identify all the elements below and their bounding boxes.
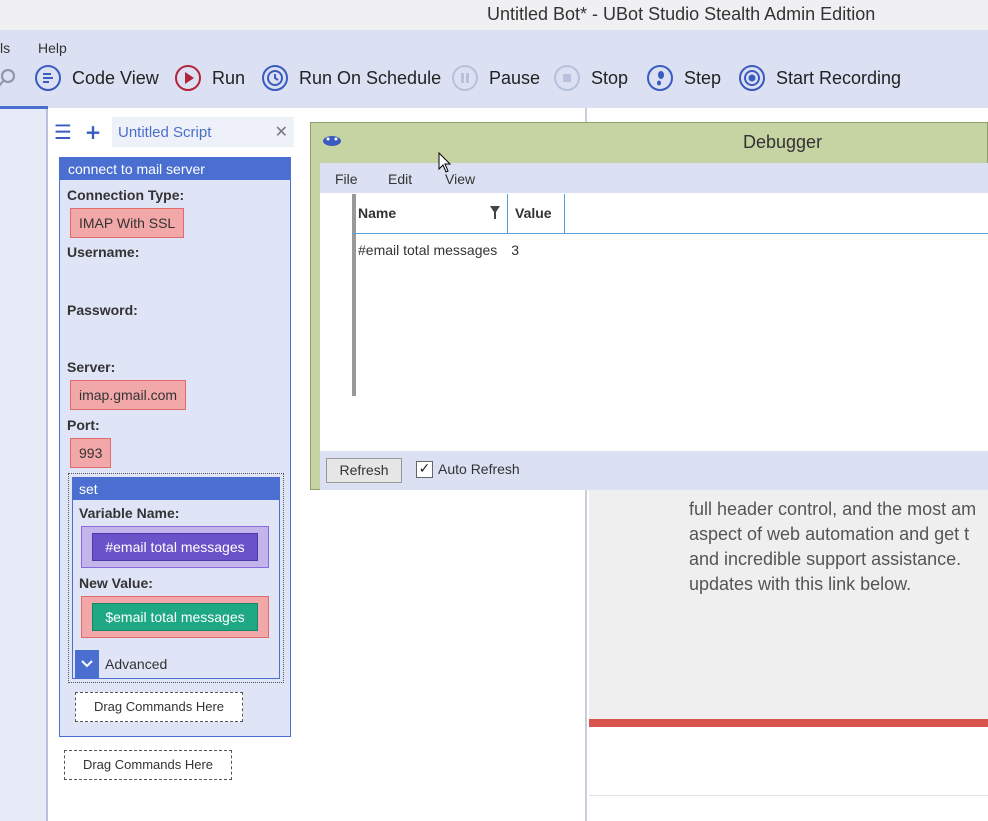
toolbar-area: ls Help Code View Run Run On Schedule Pa… xyxy=(0,30,988,108)
drag-commands-inner[interactable]: Drag Commands Here xyxy=(75,692,243,722)
bug-icon xyxy=(323,136,341,146)
pause-button[interactable]: Pause xyxy=(451,64,540,92)
debugger-body: File Edit View Name Value #email total m… xyxy=(320,163,988,490)
server-label: Server: xyxy=(67,359,116,375)
filter-icon[interactable] xyxy=(490,206,500,220)
variables-grid-header: Name Value xyxy=(352,194,988,234)
run-on-schedule-label: Run On Schedule xyxy=(299,67,442,88)
script-tabbar: ☰ + Untitled Script ✕ xyxy=(50,117,300,147)
menu-icon[interactable]: ☰ xyxy=(50,117,76,147)
tab-label: Untitled Script xyxy=(118,123,212,141)
run-button[interactable]: Run xyxy=(174,64,245,92)
step-button[interactable]: Step xyxy=(646,64,721,92)
password-label: Password: xyxy=(67,302,138,318)
code-view-label: Code View xyxy=(72,67,159,88)
new-value-label: New Value: xyxy=(79,575,153,591)
pause-label: Pause xyxy=(489,67,541,88)
browser-red-bar xyxy=(589,719,988,727)
step-label: Step xyxy=(684,67,722,88)
stop-icon xyxy=(554,65,580,91)
debugger-menubar: File Edit View xyxy=(320,163,988,193)
stop-button[interactable]: Stop xyxy=(553,64,628,92)
mouse-cursor-icon xyxy=(438,152,452,173)
set-command[interactable]: set Variable Name: #email total messages… xyxy=(72,477,280,679)
variable-name-label: Variable Name: xyxy=(79,505,180,521)
port-label: Port: xyxy=(67,417,100,433)
code-view-button[interactable]: Code View xyxy=(34,64,159,92)
debugger-footer: Refresh ✓ Auto Refresh xyxy=(320,451,988,490)
left-panel xyxy=(0,108,48,821)
table-row[interactable]: #email total messages 3 xyxy=(358,242,519,258)
new-value-pill[interactable]: $email total messages xyxy=(92,603,258,631)
debugger-menu-edit[interactable]: Edit xyxy=(388,171,412,187)
stop-label: Stop xyxy=(591,67,629,88)
debugger-title: Debugger xyxy=(743,132,823,152)
code-view-icon xyxy=(35,65,61,91)
browser-line: updates with this link below. xyxy=(689,574,912,594)
connection-type-label: Connection Type: xyxy=(67,187,185,203)
drag-commands-outer[interactable]: Drag Commands Here xyxy=(64,750,232,780)
browser-line: and incredible support assistance. xyxy=(689,549,962,569)
debugger-menu-file[interactable]: File xyxy=(335,171,358,187)
connection-type-value[interactable]: IMAP With SSL xyxy=(70,208,185,238)
debugger-window: Debugger File Edit View Name Value #emai… xyxy=(310,122,988,490)
close-icon[interactable]: ✕ xyxy=(275,122,288,142)
auto-refresh-checkbox[interactable]: ✓ xyxy=(416,461,433,478)
clock-icon xyxy=(262,65,288,91)
add-tab-icon[interactable]: + xyxy=(80,117,106,147)
run-on-schedule-button[interactable]: Run On Schedule xyxy=(261,64,441,92)
command-header: connect to mail server xyxy=(60,158,290,180)
column-header-value[interactable]: Value xyxy=(515,194,565,233)
variable-name-field[interactable]: #email total messages xyxy=(81,526,269,568)
tab-untitled-script[interactable]: Untitled Script ✕ xyxy=(112,117,294,147)
auto-refresh-label: Auto Refresh xyxy=(438,461,520,477)
search-icon xyxy=(0,69,15,87)
browser-divider xyxy=(589,795,988,796)
port-value[interactable]: 993 xyxy=(70,438,112,468)
server-value[interactable]: imap.gmail.com xyxy=(70,380,187,410)
row-name-cell: #email total messages xyxy=(358,242,498,258)
footprint-icon xyxy=(647,65,673,91)
browser-line: full header control, and the most am xyxy=(689,499,977,519)
variable-name-pill[interactable]: #email total messages xyxy=(92,533,258,561)
row-value-cell: 3 xyxy=(511,242,519,258)
search-button[interactable] xyxy=(0,64,30,92)
column-value-label: Value xyxy=(515,205,552,221)
debugger-titlebar[interactable]: Debugger xyxy=(311,123,988,161)
connect-to-mail-server-command[interactable]: connect to mail server Connection Type: … xyxy=(59,157,291,737)
left-panel-accent xyxy=(0,106,48,109)
column-name-label: Name xyxy=(358,205,397,221)
window-title: Untitled Bot* - UBot Studio Stealth Admi… xyxy=(487,4,876,24)
start-recording-label: Start Recording xyxy=(776,67,902,88)
refresh-button[interactable]: Refresh xyxy=(326,458,402,483)
start-recording-button[interactable]: Start Recording xyxy=(738,64,901,92)
browser-line: aspect of web automation and get t xyxy=(689,524,970,544)
set-command-wrapper: set Variable Name: #email total messages… xyxy=(68,473,284,683)
title-bar: Untitled Bot* - UBot Studio Stealth Admi… xyxy=(0,0,988,30)
pause-icon xyxy=(452,65,478,91)
advanced-toggle[interactable] xyxy=(75,650,99,678)
new-value-field[interactable]: $email total messages xyxy=(81,596,269,638)
advanced-label: Advanced xyxy=(105,656,168,672)
browser-text: full header control, and the most am asp… xyxy=(689,497,988,597)
run-label: Run xyxy=(212,67,246,88)
menu-tools[interactable]: ls xyxy=(0,40,10,56)
record-icon xyxy=(739,65,765,91)
menu-help[interactable]: Help xyxy=(38,40,67,56)
chevron-down-icon xyxy=(81,660,93,668)
play-icon xyxy=(175,65,201,91)
username-label: Username: xyxy=(67,244,140,260)
set-command-header: set xyxy=(73,478,279,500)
column-header-name[interactable]: Name xyxy=(358,194,508,233)
